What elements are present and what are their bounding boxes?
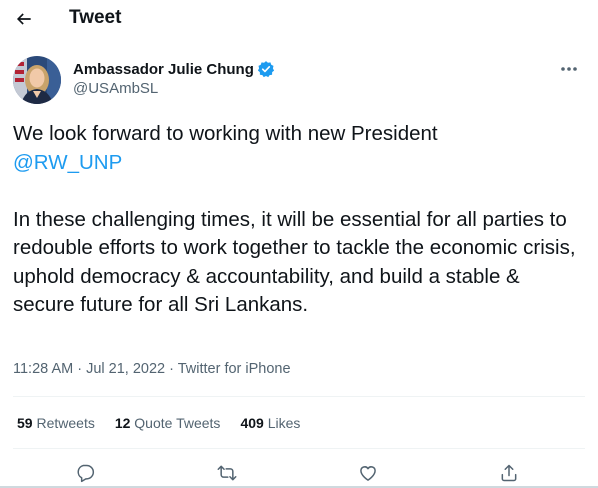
tweet-paragraph-1: We look forward to working with new Pres… xyxy=(13,120,583,177)
mention-link[interactable]: @RW_UNP xyxy=(13,151,122,174)
share-button[interactable] xyxy=(496,460,522,486)
tweet-actions xyxy=(0,460,598,486)
back-arrow-icon xyxy=(16,13,31,25)
tweet-date[interactable]: Jul 21, 2022 xyxy=(86,361,165,377)
quotes-label: Quote Tweets xyxy=(134,415,221,431)
likes-count: 409 xyxy=(240,415,264,431)
divider xyxy=(13,448,585,449)
tweet-source[interactable]: Twitter for iPhone xyxy=(178,361,291,377)
author-handle[interactable]: @USAmbSL xyxy=(73,80,158,97)
reply-button[interactable] xyxy=(72,460,98,486)
reply-icon xyxy=(77,464,95,483)
tweet-stats: 59 Retweets 12 Quote Tweets 409 Likes xyxy=(17,415,320,431)
tweet-paragraph-2: In these challenging times, it will be e… xyxy=(13,207,576,317)
more-button[interactable] xyxy=(556,58,582,80)
back-button[interactable] xyxy=(8,3,40,35)
avatar[interactable] xyxy=(13,56,61,104)
like-icon xyxy=(360,466,376,481)
divider xyxy=(13,396,585,397)
likes-label: Likes xyxy=(267,415,301,431)
verified-badge-icon xyxy=(257,60,275,78)
author-name-row: Ambassador Julie Chung xyxy=(73,60,275,78)
retweets-label: Retweets xyxy=(36,415,95,431)
tweet-line-1: We look forward to working with new Pres… xyxy=(13,122,438,145)
author-name[interactable]: Ambassador Julie Chung xyxy=(73,61,254,78)
header: Tweet xyxy=(0,0,598,38)
like-button[interactable] xyxy=(355,460,381,486)
retweets-stat[interactable]: 59 Retweets xyxy=(17,415,95,431)
meta-separator: · xyxy=(165,361,178,377)
quote-tweets-stat[interactable]: 12 Quote Tweets xyxy=(115,415,221,431)
meta-separator: · xyxy=(73,361,87,377)
share-icon xyxy=(501,464,517,482)
retweet-button[interactable] xyxy=(214,460,240,486)
tweet-meta: 11:28 AM · Jul 21, 2022 · Twitter for iP… xyxy=(13,361,291,377)
quotes-count: 12 xyxy=(114,415,131,431)
tweet-text: We look forward to working with new Pres… xyxy=(13,120,583,320)
more-icon xyxy=(561,67,577,71)
retweets-count: 59 xyxy=(17,415,33,431)
page-title: Tweet xyxy=(69,7,122,28)
likes-stat[interactable]: 409 Likes xyxy=(240,415,300,431)
retweet-icon xyxy=(217,465,237,481)
tweet-time[interactable]: 11:28 AM xyxy=(13,361,73,377)
